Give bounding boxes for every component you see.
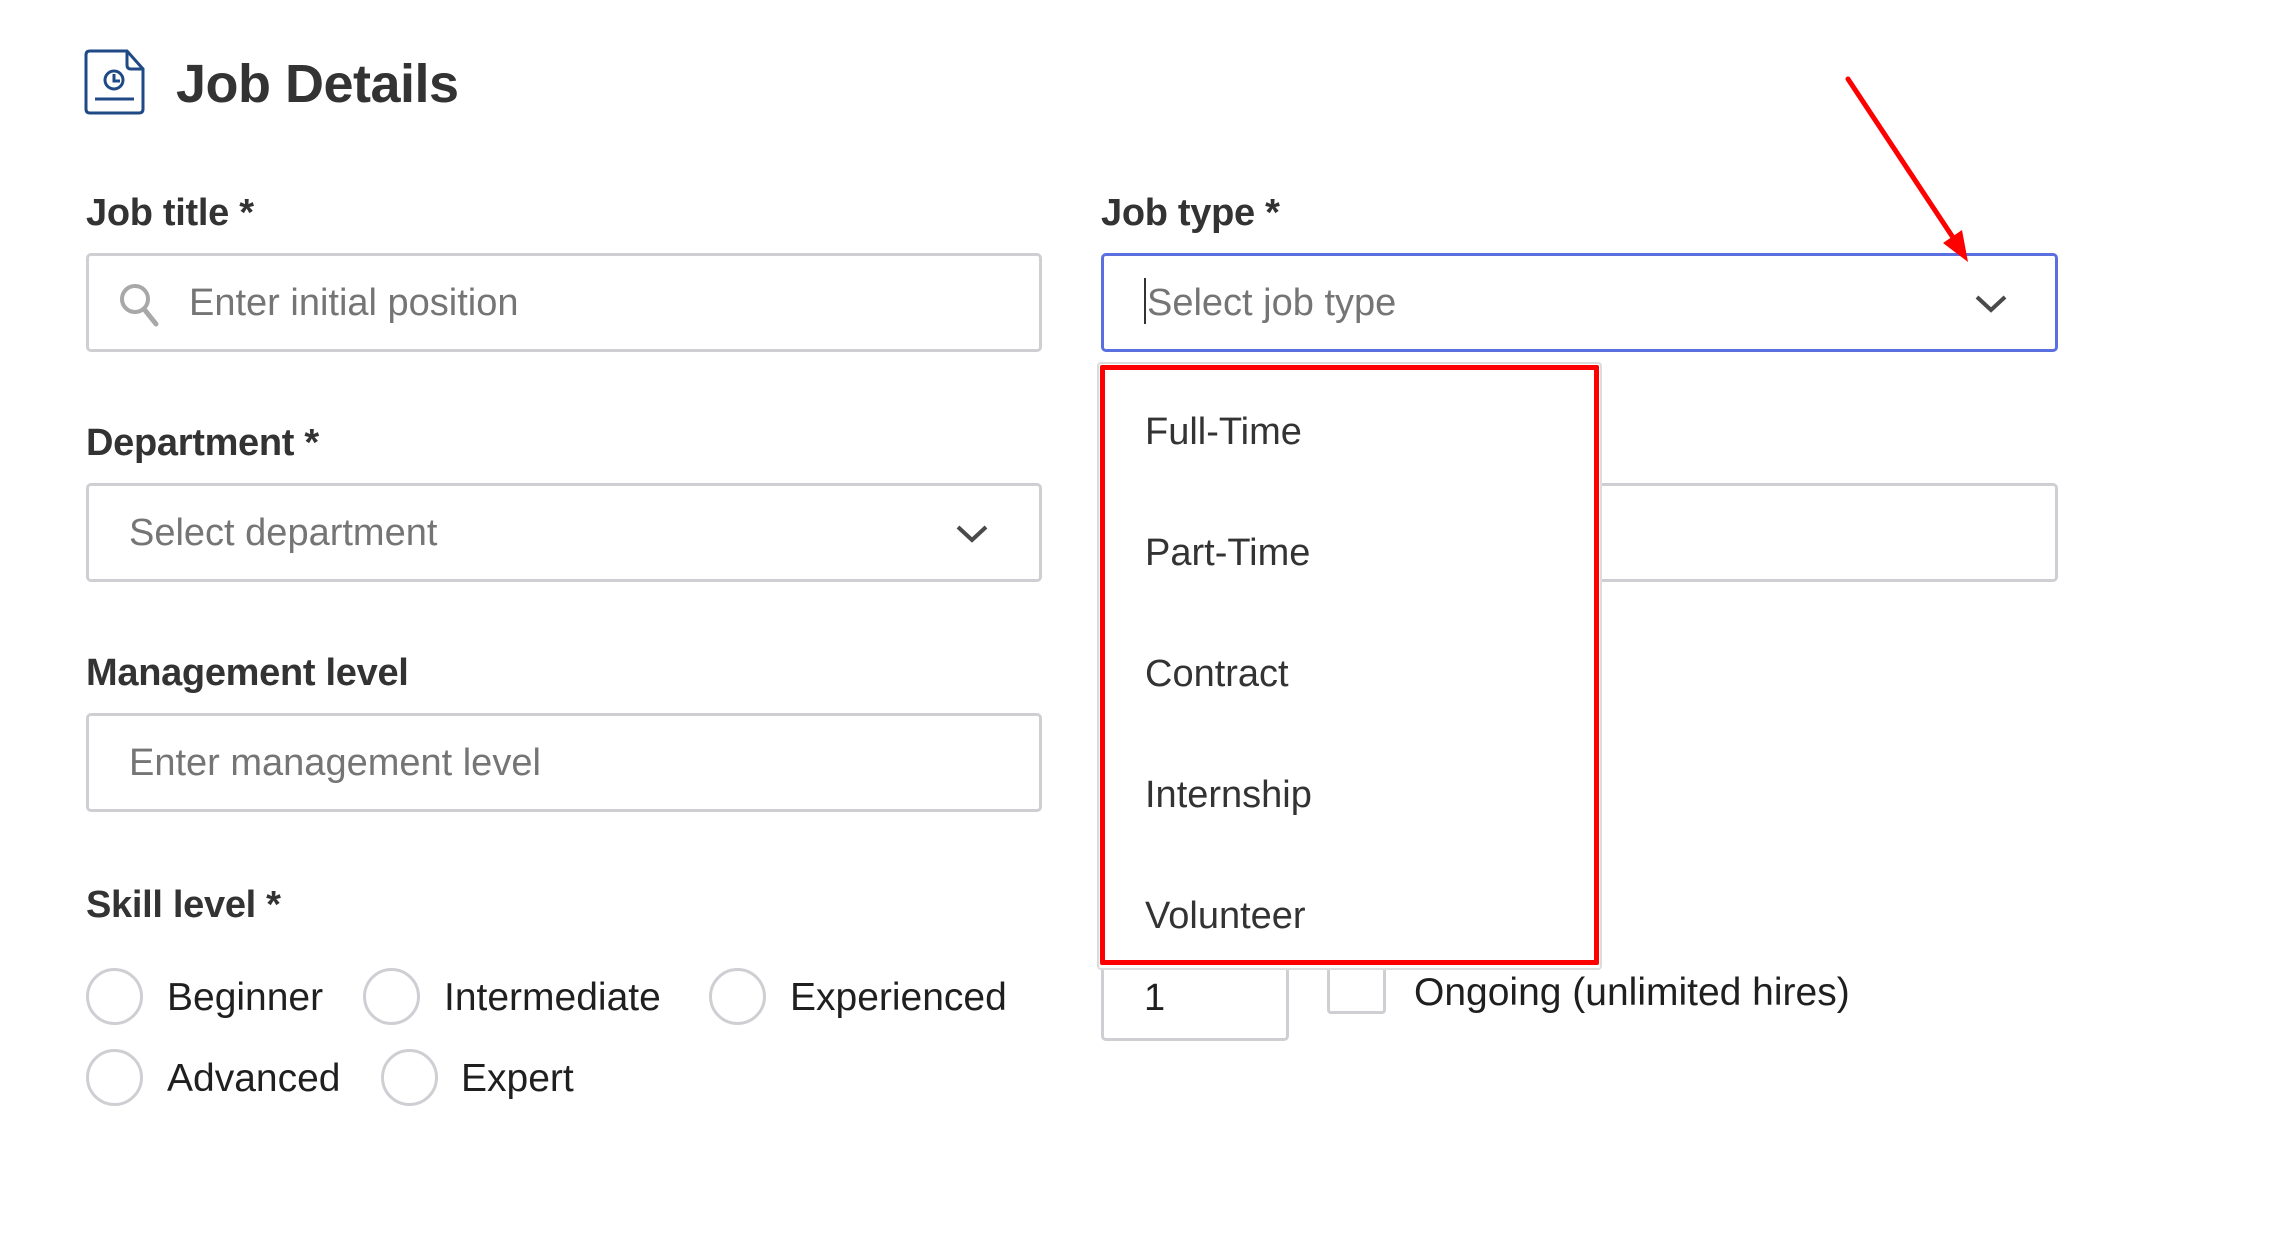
option-volunteer[interactable]: Volunteer bbox=[1145, 893, 1306, 939]
management-level-input[interactable]: Enter management level bbox=[86, 713, 1042, 812]
chevron-down-icon[interactable] bbox=[1974, 294, 2008, 314]
option-internship[interactable]: Internship bbox=[1145, 772, 1312, 818]
page-title: Job Details bbox=[176, 54, 459, 114]
radio-label-expert[interactable]: Expert bbox=[461, 1056, 574, 1102]
job-title-label: Job title * bbox=[86, 192, 254, 234]
text-cursor bbox=[1144, 278, 1146, 324]
radio-label-advanced[interactable]: Advanced bbox=[167, 1056, 340, 1102]
radio-experienced[interactable] bbox=[709, 968, 766, 1025]
document-clock-icon bbox=[84, 48, 146, 116]
radio-expert[interactable] bbox=[381, 1049, 438, 1106]
skill-level-label: Skill level * bbox=[86, 884, 281, 926]
job-type-select[interactable]: Select job type bbox=[1101, 253, 2058, 352]
job-title-placeholder: Enter initial position bbox=[189, 282, 519, 324]
option-part-time[interactable]: Part-Time bbox=[1145, 530, 1310, 576]
radio-intermediate[interactable] bbox=[363, 968, 420, 1025]
department-placeholder: Select department bbox=[129, 512, 438, 554]
radio-label-intermediate[interactable]: Intermediate bbox=[444, 975, 661, 1021]
management-level-placeholder: Enter management level bbox=[129, 742, 541, 784]
job-title-input[interactable]: Enter initial position bbox=[86, 253, 1042, 352]
openings-value: 1 bbox=[1144, 977, 1166, 1019]
department-select[interactable]: Select department bbox=[86, 483, 1042, 582]
chevron-down-icon[interactable] bbox=[955, 524, 989, 544]
option-contract[interactable]: Contract bbox=[1145, 651, 1289, 697]
management-level-label: Management level bbox=[86, 652, 409, 694]
search-icon bbox=[117, 280, 163, 330]
job-type-placeholder: Select job type bbox=[1147, 282, 1397, 324]
job-type-options-menu: Full-Time Part-Time Contract Internship … bbox=[1097, 362, 1602, 970]
ongoing-label[interactable]: Ongoing (unlimited hires) bbox=[1414, 970, 1850, 1016]
job-type-label: Job type * bbox=[1101, 192, 1280, 234]
radio-advanced[interactable] bbox=[86, 1049, 143, 1106]
option-full-time[interactable]: Full-Time bbox=[1145, 409, 1302, 455]
radio-label-beginner[interactable]: Beginner bbox=[167, 975, 323, 1021]
radio-beginner[interactable] bbox=[86, 968, 143, 1025]
radio-label-experienced[interactable]: Experienced bbox=[790, 975, 1007, 1021]
department-label: Department * bbox=[86, 422, 319, 464]
